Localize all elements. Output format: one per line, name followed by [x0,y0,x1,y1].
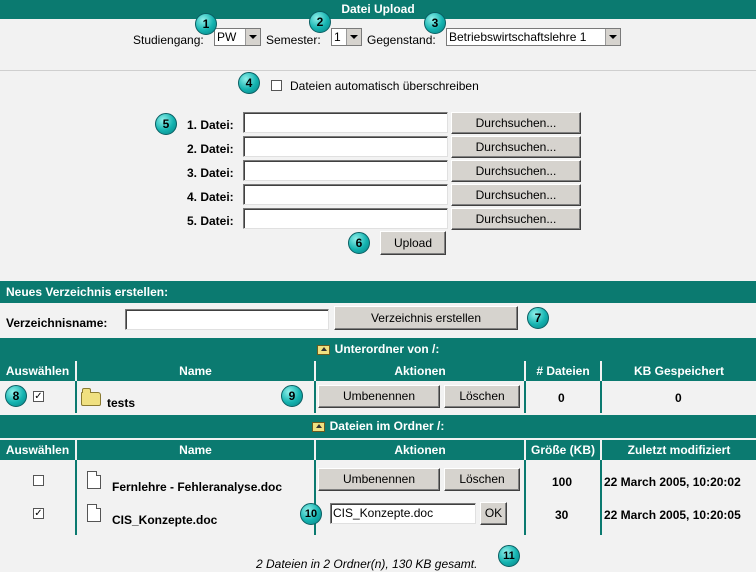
gegenstand-value: Betriebswirtschaftslehre 1 [449,30,587,44]
gegenstand-label: Gegenstand: [367,33,436,47]
semester-label: Semester: [266,33,321,47]
delete-file-button-1[interactable]: Löschen [444,468,520,491]
file-modified-2: 22 March 2005, 10:20:05 [604,508,741,522]
dropdown-arrow-icon [605,29,620,45]
new-dir-title: Neues Verzeichnis erstellen: [6,285,169,299]
delete-folder-button[interactable]: Löschen [444,385,520,408]
marker-7: 7 [527,307,549,329]
col-actions: Aktionen [316,440,524,460]
dropdown-arrow-icon [245,29,260,45]
folder-up-icon [311,421,325,432]
file-label-4: 4. Datei: [187,190,234,204]
file-input-2[interactable] [243,136,448,157]
document-icon [87,504,101,522]
rename-input-2[interactable]: CIS_Konzepte.doc [330,503,476,524]
file-label-5: 5. Datei: [187,214,234,228]
file-size-2: 30 [555,508,569,522]
files-title: Dateien im Ordner /: [329,419,445,433]
browse-button-1[interactable]: Durchsuchen... [451,112,581,134]
studiengang-label: Studiengang: [133,33,204,47]
file-input-4[interactable] [243,184,448,205]
summary-text: 2 Dateien in 2 Ordner(n), 130 KB gesamt. [256,557,478,571]
semester-value: 1 [334,30,341,44]
col-select: Auswählen [0,361,75,381]
col-name: Name [77,361,314,381]
file-input-3[interactable] [243,160,448,181]
file-label-2: 2. Datei: [187,142,234,156]
gegenstand-select[interactable]: Betriebswirtschaftslehre 1 [446,28,621,46]
folder-icon [81,388,101,406]
rename-file-button-1[interactable]: Umbenennen [318,468,440,491]
marker-6: 6 [348,232,370,254]
overwrite-checkbox[interactable] [271,80,282,91]
marker-11: 11 [498,545,520,567]
subfolders-title: Unterordner von /: [334,342,440,356]
col-select: Auswählen [0,440,75,460]
divider [0,70,756,71]
ok-button-2[interactable]: OK [480,502,507,525]
create-dir-button[interactable]: Verzeichnis erstellen [334,306,518,330]
folder-name[interactable]: tests [107,396,135,410]
studiengang-select[interactable]: PW [214,28,261,46]
col-name: Name [77,440,314,460]
col-kb-stored: KB Gespeichert [602,361,756,381]
marker-4: 4 [238,72,260,94]
browse-button-4[interactable]: Durchsuchen... [451,184,581,206]
folder-select-checkbox[interactable]: ✓ [33,391,44,402]
file-name-1[interactable]: Fernlehre - Fehleranalyse.doc [112,480,282,494]
marker-10: 10 [300,503,322,525]
col-modified: Zuletzt modifiziert [602,440,756,460]
subfolders-header: Unterordner von /: [0,338,756,361]
marker-5: 5 [155,113,177,135]
document-icon [87,471,101,489]
col-actions: Aktionen [316,361,524,381]
folder-kb: 0 [675,391,682,405]
file-label-1: 1. Datei: [187,118,234,132]
col-size: Größe (KB) [526,440,600,460]
folder-up-icon [316,344,330,355]
file-input-1[interactable] [243,112,448,133]
upload-header: Datei Upload [0,0,756,19]
file-input-5[interactable] [243,208,448,229]
marker-3: 3 [424,12,446,34]
folder-file-count: 0 [558,391,565,405]
file-label-3: 3. Datei: [187,166,234,180]
col-file-count: # Dateien [526,361,600,381]
dir-name-input[interactable] [125,309,329,330]
marker-1: 1 [195,13,217,35]
dir-name-label: Verzeichnisname: [6,316,108,330]
dropdown-arrow-icon [346,29,361,45]
browse-button-2[interactable]: Durchsuchen... [451,136,581,158]
file-name-2[interactable]: CIS_Konzepte.doc [112,513,217,527]
file-size-1: 100 [552,475,573,489]
files-header: Dateien im Ordner /: [0,415,756,438]
marker-9: 9 [281,385,303,407]
file-select-checkbox-1[interactable] [33,475,44,486]
upload-title: Datei Upload [341,2,415,16]
semester-select[interactable]: 1 [331,28,362,46]
marker-8: 8 [5,385,27,407]
studiengang-value: PW [217,30,237,44]
overwrite-label: Dateien automatisch überschreiben [290,79,479,93]
browse-button-5[interactable]: Durchsuchen... [451,208,581,230]
file-modified-1: 22 March 2005, 10:20:02 [604,475,741,489]
marker-2: 2 [309,11,331,33]
file-select-checkbox-2[interactable]: ✓ [33,508,44,519]
new-dir-header: Neues Verzeichnis erstellen: [0,281,756,303]
rename-folder-button[interactable]: Umbenennen [318,385,440,408]
browse-button-3[interactable]: Durchsuchen... [451,160,581,182]
upload-button[interactable]: Upload [380,231,446,255]
